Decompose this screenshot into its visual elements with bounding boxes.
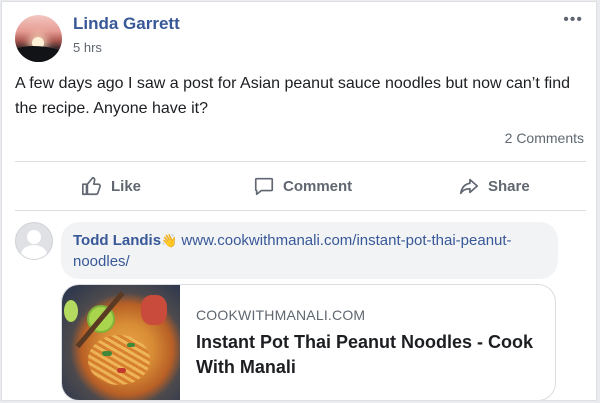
- author-avatar[interactable]: [15, 15, 62, 62]
- actions-divider-bottom: [15, 210, 586, 211]
- like-label: Like: [111, 177, 142, 195]
- actions-divider-top: [15, 161, 586, 162]
- commenter-avatar[interactable]: [15, 222, 53, 260]
- avatar-landscape: [15, 46, 62, 62]
- thumb-noodles: [88, 335, 150, 385]
- comment-bubble: Todd Landis👋 www.cookwithmanali.com/inst…: [61, 222, 558, 279]
- comment-button[interactable]: Comment: [253, 168, 352, 204]
- recipe-thumbnail: [62, 285, 180, 400]
- wave-icon: 👋: [161, 233, 178, 248]
- thumb-pepper: [117, 368, 126, 373]
- share-label: Share: [488, 177, 530, 195]
- author-name[interactable]: Linda Garrett: [73, 14, 180, 34]
- post-text: A few days ago I saw a post for Asian pe…: [15, 75, 571, 117]
- link-preview-card[interactable]: COOKWITHMANALI.COM Instant Pot Thai Pean…: [61, 284, 556, 400]
- thumb-herb: [127, 343, 135, 347]
- share-button[interactable]: Share: [458, 168, 530, 204]
- like-button[interactable]: Like: [81, 168, 141, 204]
- avatar-silhouette-head: [27, 230, 41, 244]
- post-card: Linda Garrett 5 hrs ••• A few days ago I…: [1, 1, 597, 401]
- thumb-chili-jar: [141, 295, 167, 325]
- share-arrow-icon: [459, 178, 479, 195]
- comments-count[interactable]: 2 Comments: [505, 130, 584, 146]
- commenter-name[interactable]: Todd Landis: [73, 232, 161, 249]
- thumb-lime-slice: [64, 300, 78, 322]
- avatar-silhouette-body: [21, 245, 47, 259]
- preview-title[interactable]: Instant Pot Thai Peanut Noodles - Cook W…: [196, 330, 546, 380]
- thumbs-up-icon: [82, 176, 101, 196]
- action-bar: Like Comment Share: [2, 168, 596, 204]
- speech-bubble-icon: [254, 177, 274, 196]
- thumb-herb: [102, 351, 112, 356]
- preview-domain: COOKWITHMANALI.COM: [196, 307, 366, 323]
- more-options-icon[interactable]: •••: [563, 11, 583, 29]
- post-timestamp[interactable]: 5 hrs: [73, 40, 102, 55]
- comment-label: Comment: [283, 177, 353, 195]
